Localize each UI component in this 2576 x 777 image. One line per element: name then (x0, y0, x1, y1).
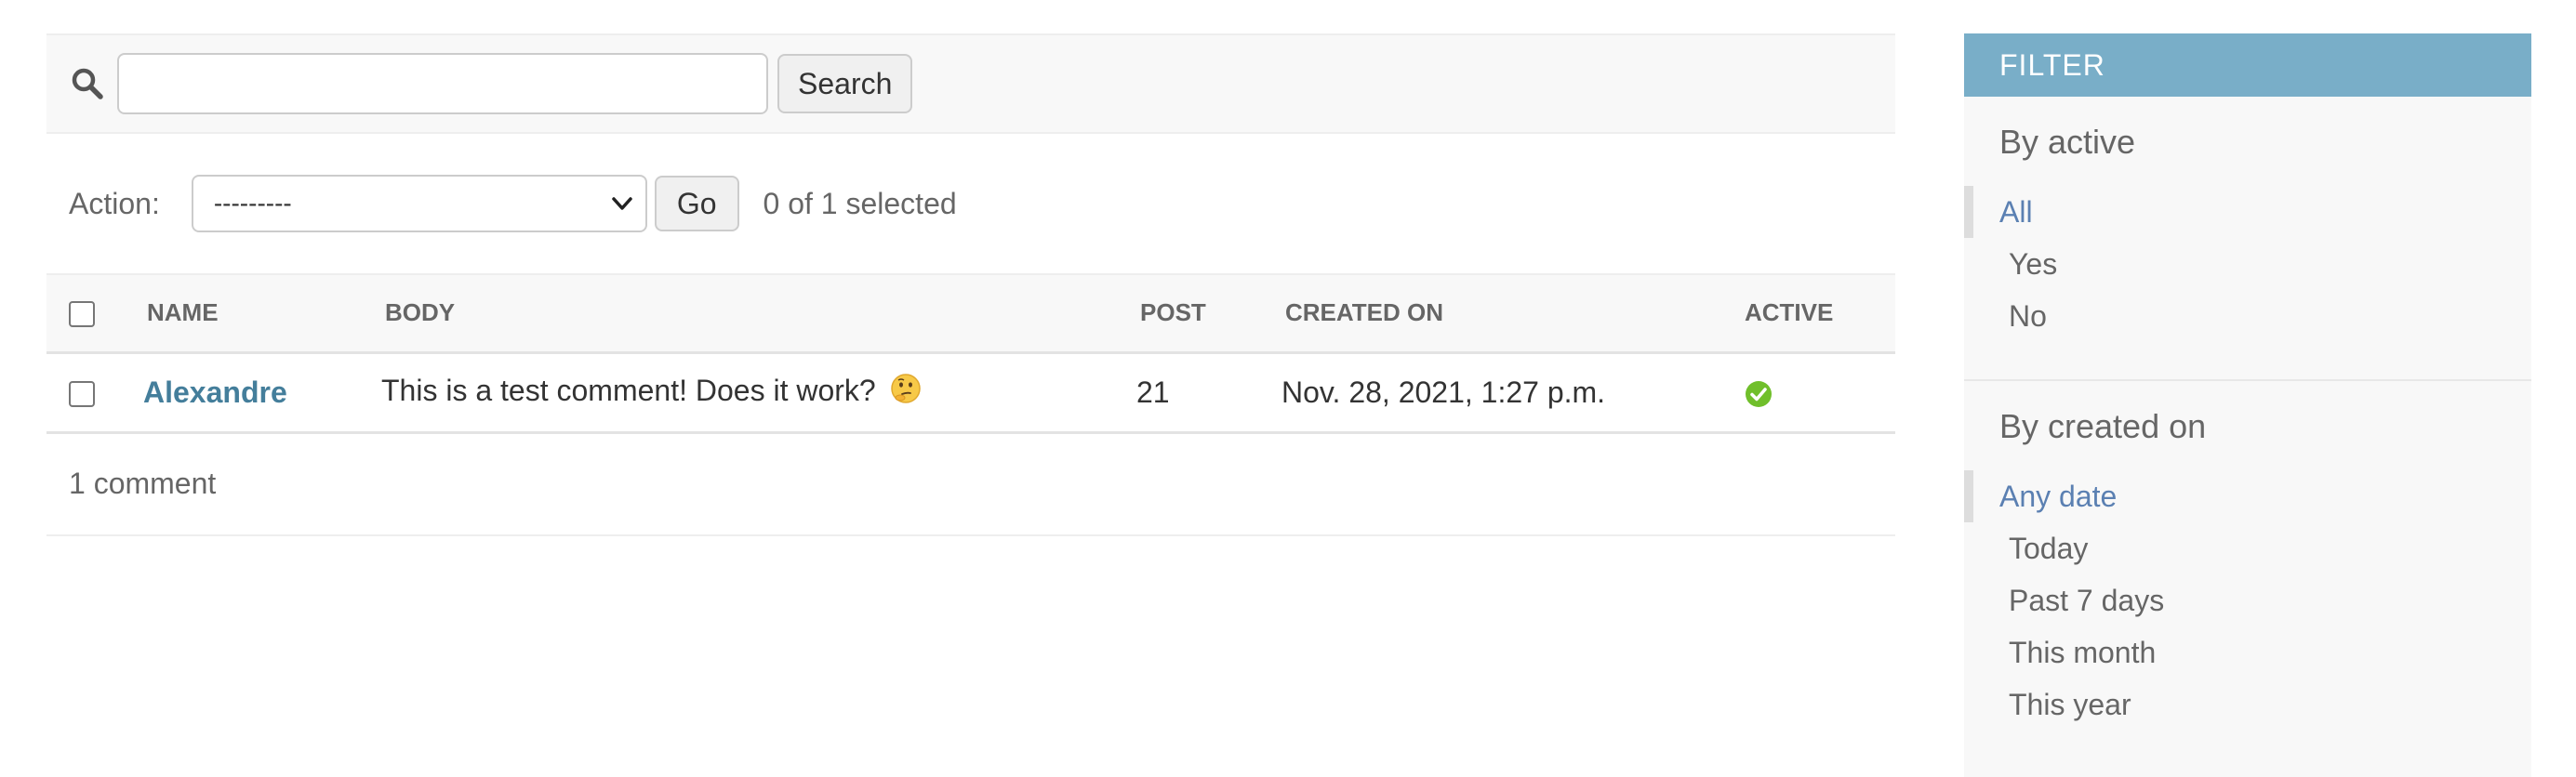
thinking-face-icon (890, 373, 922, 412)
changelist: Search Action: --------- Go 0 of 1 selec… (46, 33, 1895, 536)
table-row: Alexandre This is a test comment! Does i… (46, 352, 1895, 432)
comment-name-link[interactable]: Alexandre (143, 375, 287, 409)
comment-body: This is a test comment! Does it work? (381, 374, 876, 407)
actions-bar: Action: --------- Go 0 of 1 selected (46, 134, 1895, 273)
action-select[interactable]: --------- (191, 175, 647, 232)
table-header-row: Name Body Post Created on Active (46, 274, 1895, 352)
filter-option-all[interactable]: All (1964, 186, 2531, 238)
active-cell (1741, 352, 1895, 432)
yes-icon (1741, 375, 1773, 409)
filter-option-this-year[interactable]: This year (1964, 678, 2531, 731)
search-toolbar: Search (46, 33, 1895, 134)
row-select-cell (46, 352, 143, 432)
search-button[interactable]: Search (777, 54, 913, 113)
search-icon (67, 63, 108, 104)
select-all-checkbox[interactable] (69, 301, 95, 328)
chevron-down-icon (608, 190, 636, 224)
filter-option-past-7-days[interactable]: Past 7 days (1964, 574, 2531, 626)
created-on-cell: Nov. 28, 2021, 1:27 p.m. (1281, 375, 1606, 409)
filter-option-this-month[interactable]: This month (1964, 626, 2531, 678)
filter-title-active: By active (1999, 123, 2136, 161)
result-count: 1 comment (69, 467, 217, 500)
filter-list-active: All Yes No (1964, 186, 2531, 342)
name-cell: Alexandre (143, 352, 381, 432)
filter-option-yes[interactable]: Yes (1964, 238, 2531, 290)
filter-section-created-on: By created on Any date Today Past 7 days… (1964, 381, 2531, 731)
filter-option-any-date[interactable]: Any date (1964, 470, 2531, 522)
filter-option-today[interactable]: Today (1964, 522, 2531, 574)
column-header-active[interactable]: Active (1741, 274, 1895, 352)
result-list: Name Body Post Created on Active Alexand… (46, 273, 1895, 434)
row-checkbox[interactable] (69, 381, 95, 408)
action-select-value: --------- (213, 189, 292, 217)
column-header-name[interactable]: Name (143, 274, 381, 352)
column-header-created-on[interactable]: Created on (1281, 274, 1741, 352)
filter-title-created-on: By created on (1999, 407, 2207, 445)
select-all-cell (46, 274, 143, 352)
paginator: 1 comment (46, 434, 1895, 536)
column-header-post[interactable]: Post (1136, 274, 1281, 352)
selection-counter: 0 of 1 selected (763, 186, 957, 220)
post-cell: 21 (1136, 375, 1170, 409)
filter-header: FILTER (1964, 33, 2531, 97)
filter-option-no[interactable]: No (1964, 290, 2531, 342)
column-header-body[interactable]: Body (381, 274, 1136, 352)
filter-section-active: By active All Yes No (1964, 97, 2531, 342)
filter-list-created-on: Any date Today Past 7 days This month Th… (1964, 470, 2531, 731)
go-button[interactable]: Go (654, 176, 739, 231)
action-label: Action: (69, 186, 160, 220)
filter-sidebar: FILTER By active All Yes No By created o… (1964, 33, 2531, 777)
body-cell: This is a test comment! Does it work? (381, 352, 1136, 432)
search-input[interactable] (117, 53, 768, 114)
